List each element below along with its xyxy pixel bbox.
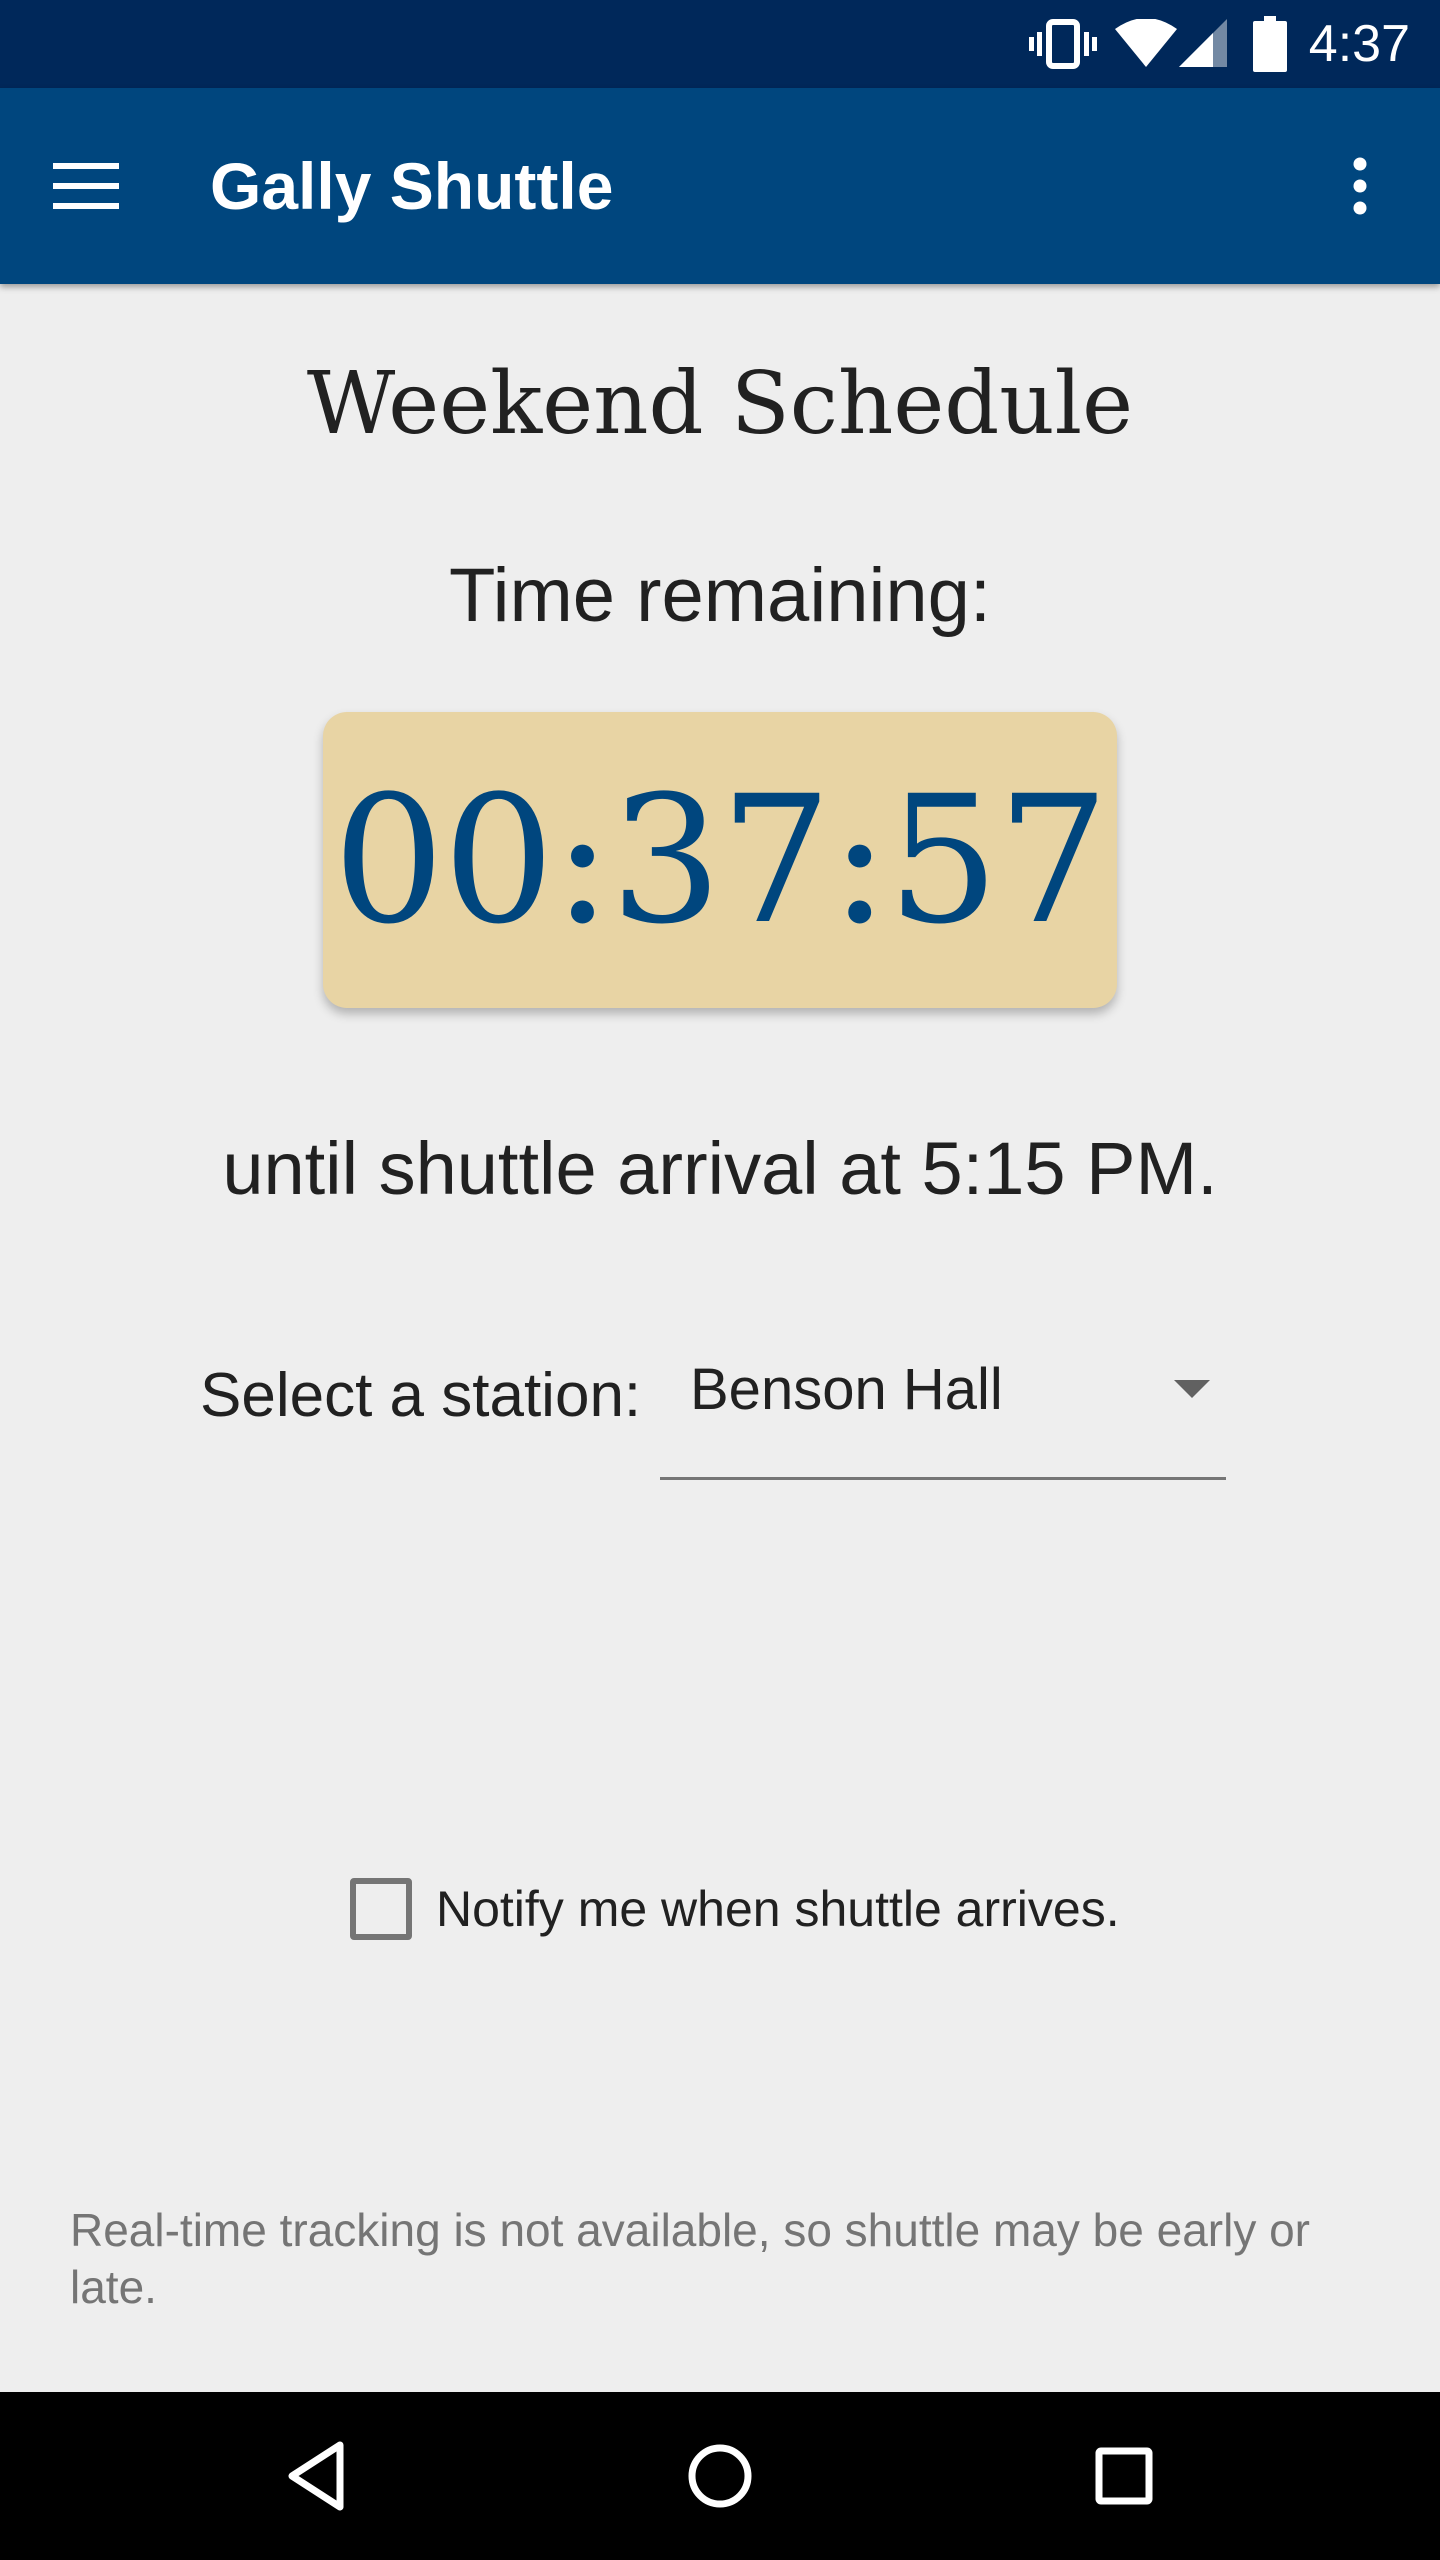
more-vert-icon[interactable] (1320, 138, 1400, 234)
disclaimer-text: Real-time tracking is not available, so … (70, 2204, 1311, 2313)
station-selected-value: Benson Hall (690, 1357, 1003, 1422)
battery-icon (1252, 16, 1287, 72)
time-remaining-label: Time remaining: (448, 553, 992, 638)
app-bar: Gally Shuttle (0, 88, 1440, 284)
recents-icon[interactable] (1040, 2392, 1208, 2560)
home-icon[interactable] (636, 2392, 804, 2560)
notify-checkbox[interactable] (350, 1878, 412, 1940)
station-label: Select a station: (200, 1361, 642, 1430)
main-content: Weekend Schedule Time remaining: 00:37:5… (0, 284, 1440, 2392)
schedule-title: Weekend Schedule (306, 354, 1134, 454)
station-dropdown[interactable]: Benson Hall (660, 1334, 1226, 1480)
hamburger-menu-icon[interactable] (36, 138, 136, 234)
signal-icon (1178, 19, 1231, 69)
app-title: Gally Shuttle (210, 149, 614, 223)
dropdown-arrow-icon (1174, 1380, 1210, 1405)
notify-label: Notify me when shuttle arrives. (436, 1881, 1120, 1937)
status-icons: 4:37 (1028, 0, 1440, 88)
arrival-text: until shuttle arrival at 5:15 PM. (222, 1127, 1218, 1210)
back-icon[interactable] (232, 2392, 400, 2560)
countdown-timer: 00:37:57 (332, 757, 1109, 963)
notify-checkbox-row[interactable]: Notify me when shuttle arrives. (350, 1874, 1120, 1944)
vibrate-icon (1028, 18, 1097, 70)
status-bar: 4:37 (0, 0, 1440, 88)
status-time: 4:37 (1308, 15, 1410, 73)
countdown-card: 00:37:57 (323, 712, 1117, 1008)
navigation-bar (0, 2392, 1440, 2560)
wifi-icon (1114, 19, 1177, 69)
